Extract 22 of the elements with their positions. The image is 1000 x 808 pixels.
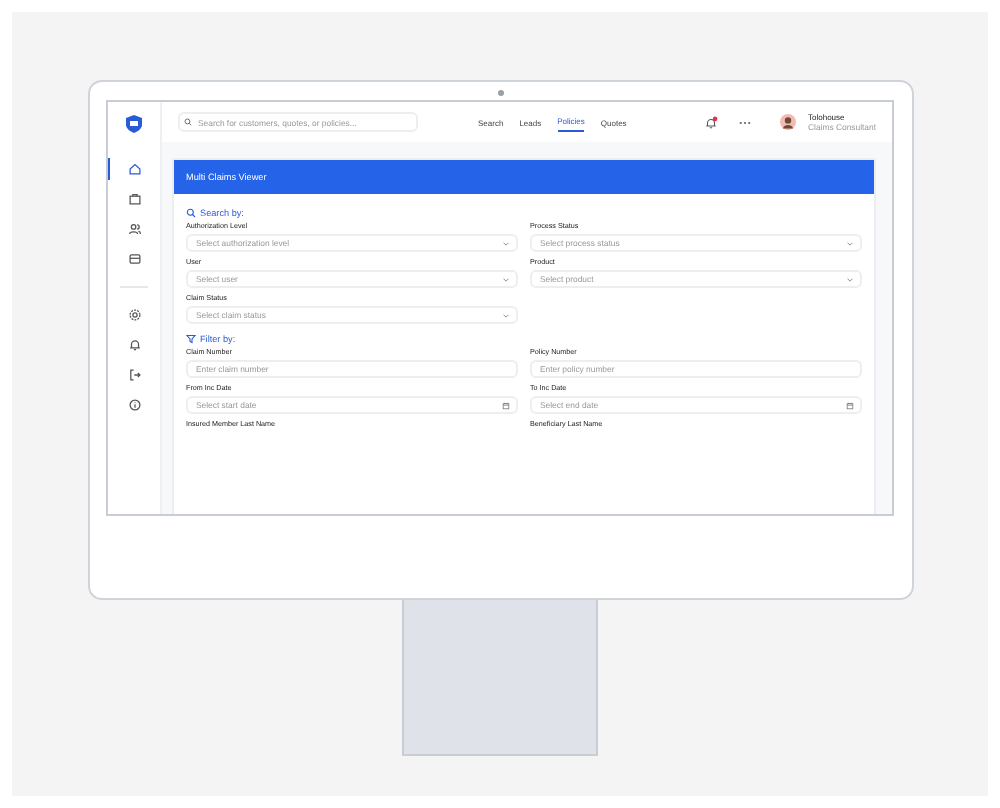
chevron-down-icon	[846, 275, 854, 283]
chevron-down-icon	[502, 239, 510, 247]
search-icon	[184, 118, 192, 126]
calendar-icon	[846, 401, 854, 409]
avatar[interactable]	[780, 114, 797, 130]
chevron-down-icon	[502, 311, 510, 319]
camera-dot	[497, 90, 503, 96]
chevron-down-icon	[846, 239, 854, 247]
home-icon	[128, 162, 142, 176]
chevron-down-icon	[502, 275, 510, 283]
bell-icon	[128, 338, 142, 352]
logout-icon	[128, 368, 142, 382]
settings-icon	[128, 308, 142, 322]
card-icon	[128, 252, 142, 266]
users-icon	[128, 222, 142, 236]
shield-logo-icon	[124, 114, 144, 134]
briefcase-icon	[128, 192, 142, 206]
info-icon	[128, 398, 142, 412]
search-icon	[186, 208, 196, 218]
notification-bell-icon[interactable]	[704, 115, 719, 129]
calendar-icon	[502, 401, 510, 409]
filter-icon	[186, 334, 196, 344]
